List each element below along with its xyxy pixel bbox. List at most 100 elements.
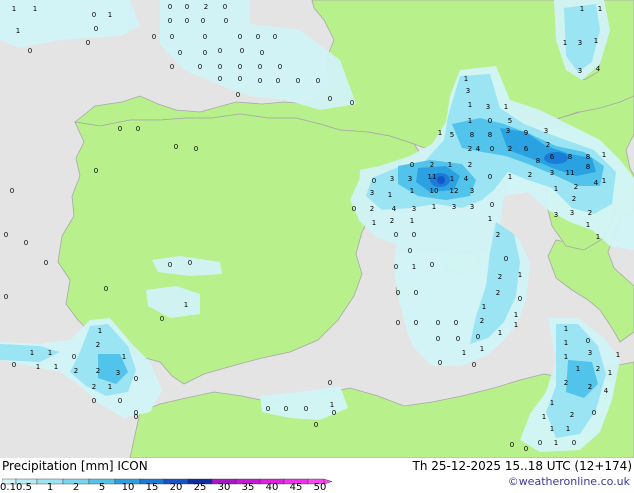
rain-amount-label: 0 [238,33,242,41]
rain-amount-label: 2 [508,145,512,153]
rain-amount-label: 3 [452,203,456,211]
rain-amount-label: 0 [218,63,222,71]
rain-amount-label: 1 [488,215,492,223]
rain-amount-label: 1 [36,363,40,371]
rain-amount-label: 3 [412,205,416,213]
rain-amount-label: 2 [92,383,96,391]
rain-amount-label: 1 [616,351,620,359]
rain-amount-label: 0 [12,361,16,369]
rain-amount-label: 0 [72,353,76,361]
rain-amount-label: 3 [486,103,490,111]
rain-amount-label: 2 [496,289,500,297]
rain-amount-label: 1 [410,217,414,225]
rain-amount-label: 3 [554,211,558,219]
rain-amount-label: 9 [524,129,528,137]
rain-amount-label: 1 [450,175,454,183]
rain-amount-label: 1 [564,339,568,347]
rain-amount-label: 3 [470,187,474,195]
rain-amount-label: 5 [508,117,512,125]
rain-amount-label: 1 [564,353,568,361]
rain-amount-label: 2 [546,141,550,149]
rain-amount-label: 8 [586,153,590,161]
rain-amount-label: 0 [273,33,277,41]
rain-amount-label: 0 [170,63,174,71]
rain-amount-label: 1 [498,329,502,337]
rain-amount-label: 1 [184,301,188,309]
rain-amount-label: 1 [410,187,414,195]
rain-amount-label: 1 [554,439,558,447]
rain-amount-label: 3 [570,209,574,217]
rain-amount-label: 1 [504,103,508,111]
precipitation-map-page: 1101002010000000000000000000000000000000… [0,0,634,493]
rain-amount-label: 0 [518,295,522,303]
rain-amount-label: 1 [108,11,112,19]
rain-amount-label: 0 [266,405,270,413]
rain-amount-label: 0 [394,231,398,239]
rain-amount-label: 2 [588,209,592,217]
rain-amount-label: 2 [496,231,500,239]
legend-tick: 0.5 [16,482,32,493]
rain-amount-label: 1 [508,173,512,181]
rain-amount-label: 1 [598,5,602,13]
rain-amount-label: 0 [328,379,332,387]
rain-amount-label: 2 [528,171,532,179]
rain-amount-label: 8 [568,153,572,161]
rain-amount-label: 0 [104,285,108,293]
rain-amount-label: 2 [96,341,100,349]
rain-amount-label: 0 [136,125,140,133]
rain-amount-label: 0 [296,77,300,85]
rain-amount-label: 6 [550,153,555,161]
rain-amount-label: 0 [504,255,508,263]
rain-amount-label: 1 [330,401,334,409]
rain-amount-label: 0 [258,63,262,71]
precipitation-map[interactable]: 1101002010000000000000000000000000000000… [0,0,634,458]
precipitation-legend: 0.1 0.5 1 2 5 10 15 20 25 30 35 40 45 50 [0,474,333,493]
legend-tick: 35 [241,482,255,493]
rain-amount-label: 10 [430,187,439,195]
rain-amount-label: 0 [408,247,412,255]
rain-amount-label: 2 [468,145,472,153]
rain-amount-label: 0 [118,397,122,405]
rain-amount-label: 1 [608,369,612,377]
rain-amount-label: 0 [134,413,138,421]
rain-amount-label: 1 [412,263,416,271]
rain-amount-label: 4 [604,387,609,395]
rain-amount-label: 1 [98,327,102,335]
rain-amount-label: 0 [92,397,96,405]
forecast-datetime: Th 25-12-2025 15..18 UTC (12+174) [412,459,632,473]
rain-amount-label: 1 [564,325,568,333]
rain-amount-label: 1 [16,27,20,35]
rain-amount-label: 1 [594,37,598,45]
map-footer: Precipitation [mm] ICON Th 25-12-2025 15… [0,458,634,493]
rain-amount-label: 1 [464,75,468,83]
rain-amount-label: 2 [468,161,472,169]
rain-amount-label: 0 [456,335,460,343]
rain-amount-label: 0 [394,263,398,271]
site-credit[interactable]: ©weatheronline.co.uk [508,475,630,488]
rain-amount-label: 4 [476,145,481,153]
rain-amount-label: 0 [218,47,222,55]
rain-amount-label: 0 [194,145,198,153]
legend-tick: 30 [217,482,231,493]
rain-amount-label: 1 [54,363,58,371]
legend-tick: 25 [193,482,207,493]
rain-amount-label: 1 [372,219,376,227]
rain-amount-label: 1 [480,345,484,353]
rain-amount-label: 1 [550,425,554,433]
legend-tick: 1 [46,482,54,493]
legend-tick: 50 [313,482,327,493]
legend-tick: 0.1 [0,482,16,493]
rain-amount-label: 0 [332,409,336,417]
rain-amount-label: 0 [224,17,228,25]
rain-amount-label: 1 [554,185,558,193]
rain-amount-label: 0 [414,319,418,327]
rain-amount-label: 0 [238,63,242,71]
rain-amount-label: 0 [185,17,189,25]
rain-amount-label: 0 [396,319,400,327]
rain-amount-label: 0 [28,47,32,55]
rain-amount-label: 2 [596,365,600,373]
rain-amount-label: 1 [108,383,112,391]
rain-amount-label: 2 [204,3,208,11]
rain-amount-label: 0 [86,39,90,47]
rain-amount-label: 2 [370,205,374,213]
